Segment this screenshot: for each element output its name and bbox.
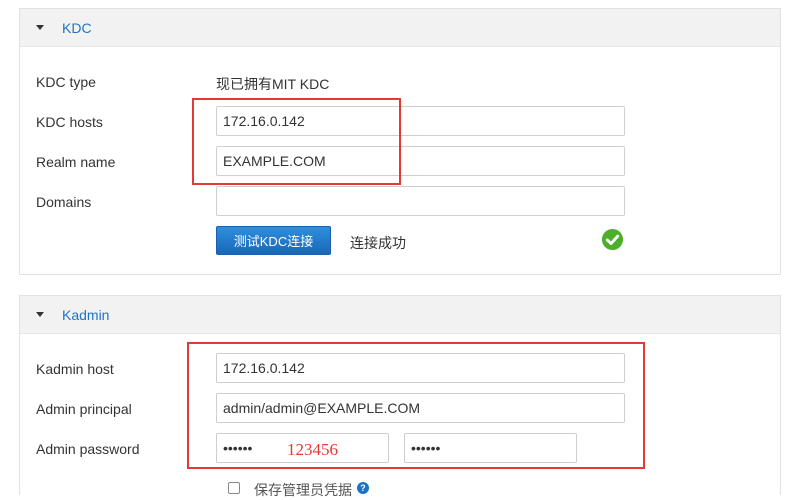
kdc-type-value: 现已拥有MIT KDC xyxy=(216,76,330,92)
password-annotation-text: 123456 xyxy=(287,440,338,459)
domains-input[interactable] xyxy=(216,186,625,216)
kadmin-panel-header[interactable]: Kadmin xyxy=(20,296,780,334)
annotation-box-kdc xyxy=(192,98,401,185)
kdc-panel-title[interactable]: KDC xyxy=(62,20,92,36)
save-credentials-label[interactable]: 保存管理员凭据 xyxy=(254,480,352,500)
annotation-box-kadmin xyxy=(187,342,645,469)
save-credentials-checkbox[interactable] xyxy=(228,482,240,494)
check-circle-icon xyxy=(601,228,624,251)
kdc-hosts-label: KDC hosts xyxy=(36,114,103,130)
question-circle-icon[interactable]: ? xyxy=(357,482,369,494)
kadmin-host-label: Kadmin host xyxy=(36,361,114,377)
test-kdc-connection-button[interactable]: 测试KDC连接 xyxy=(216,226,331,255)
connection-status-text: 连接成功 xyxy=(350,235,406,251)
kdc-panel-header[interactable]: KDC xyxy=(20,9,780,47)
admin-principal-label: Admin principal xyxy=(36,401,132,417)
realm-name-label: Realm name xyxy=(36,154,116,170)
kdc-type-label: KDC type xyxy=(36,74,96,90)
admin-password-label: Admin password xyxy=(36,441,140,457)
caret-down-icon[interactable] xyxy=(36,25,44,30)
kadmin-panel-title[interactable]: Kadmin xyxy=(62,307,109,323)
domains-label: Domains xyxy=(36,194,92,210)
caret-down-icon[interactable] xyxy=(36,312,44,317)
